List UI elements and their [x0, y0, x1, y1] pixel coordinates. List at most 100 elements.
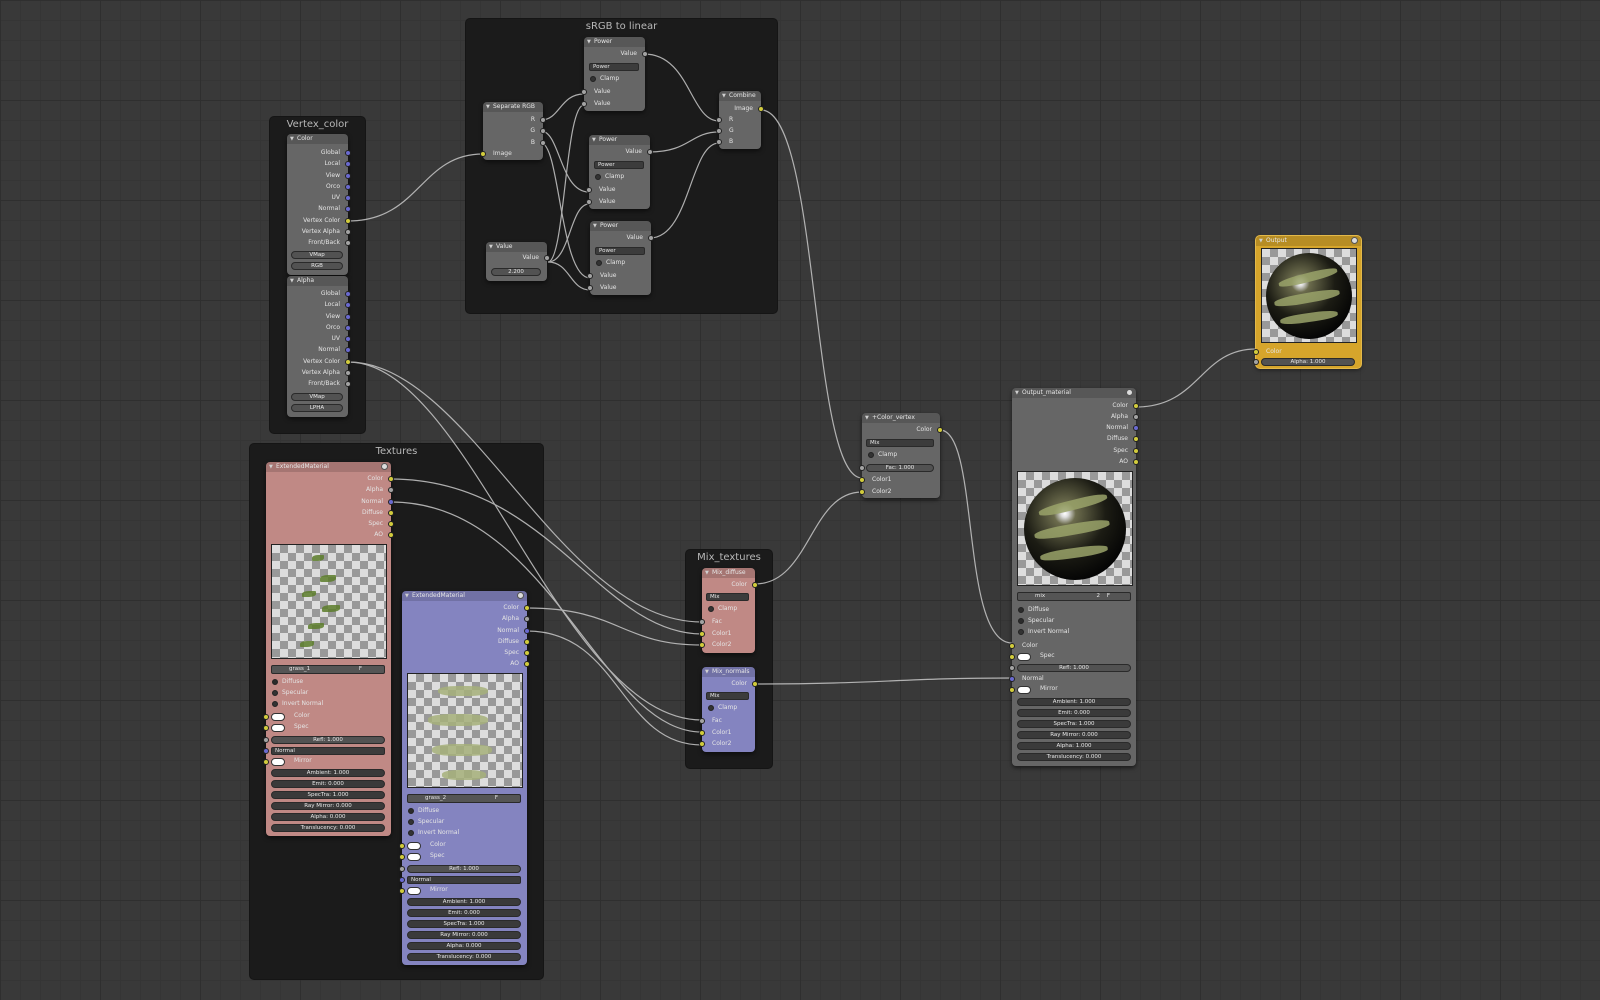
node-header[interactable]: ▼ Power — [590, 221, 651, 231]
invert-normal-checkbox[interactable] — [408, 830, 414, 836]
input-socket-normal[interactable] — [263, 748, 269, 754]
output-socket[interactable] — [345, 229, 351, 235]
input-socket-r[interactable] — [716, 117, 722, 123]
ambient-slider[interactable]: Ambient: 1.000 — [271, 769, 385, 777]
fake-user-flag[interactable]: F — [1107, 593, 1110, 599]
input-socket[interactable] — [581, 101, 587, 107]
input-socket-color1[interactable] — [699, 631, 705, 637]
input-socket[interactable] — [586, 187, 592, 193]
output-socket-g[interactable] — [540, 128, 546, 134]
output-socket[interactable] — [345, 370, 351, 376]
clamp-checkbox[interactable] — [590, 76, 596, 82]
output-socket[interactable] — [648, 235, 654, 241]
output-socket[interactable] — [345, 161, 351, 167]
output-socket-image[interactable] — [758, 106, 764, 112]
input-socket-spec[interactable] — [399, 854, 405, 860]
input-socket-g[interactable] — [716, 128, 722, 134]
mix-normals-node[interactable]: ▼ Mix_normals Color Mix Clamp Fac Color1 … — [699, 667, 758, 752]
spec-swatch[interactable] — [271, 724, 285, 732]
fake-user-flag[interactable]: F — [495, 795, 498, 801]
output-socket[interactable] — [1133, 459, 1139, 465]
node-header[interactable]: ▼ Value — [486, 242, 547, 252]
output-socket-r[interactable] — [540, 117, 546, 123]
output-socket[interactable] — [388, 532, 394, 538]
input-socket[interactable] — [399, 866, 405, 872]
output-socket[interactable] — [345, 206, 351, 212]
output-socket[interactable] — [647, 149, 653, 155]
input-socket-color[interactable] — [263, 714, 269, 720]
material-datablock-field[interactable]: grass_1 F — [271, 665, 385, 674]
invert-normal-checkbox[interactable] — [1018, 629, 1024, 635]
diffuse-checkbox[interactable] — [1018, 607, 1024, 613]
output-socket[interactable] — [345, 325, 351, 331]
spectra-slider[interactable]: SpecTra: 1.000 — [271, 791, 385, 799]
output-socket[interactable] — [524, 639, 530, 645]
material-datablock-field[interactable]: grass_2 F — [407, 794, 521, 803]
ray-mirror-slider[interactable]: Ray Mirror: 0.000 — [1017, 731, 1131, 739]
output-socket[interactable] — [345, 381, 351, 387]
output-socket[interactable] — [524, 616, 530, 622]
clamp-checkbox[interactable] — [595, 174, 601, 180]
input-socket-color1[interactable] — [699, 730, 705, 736]
alpha-slider[interactable]: Alpha: 1.000 — [1261, 358, 1355, 366]
specular-checkbox[interactable] — [272, 690, 278, 696]
value-node[interactable]: ▼ Value Value 2.200 — [486, 242, 550, 281]
input-socket-color[interactable] — [399, 843, 405, 849]
power-node-1[interactable]: ▼ Power Value Power Clamp Value Value — [581, 37, 648, 111]
input-socket-image[interactable] — [480, 151, 486, 157]
input-socket-color1[interactable] — [859, 477, 865, 483]
normal-select[interactable]: Normal — [407, 876, 521, 884]
input-socket[interactable] — [581, 89, 587, 95]
output-socket[interactable] — [345, 184, 351, 190]
input-socket-spec[interactable] — [1009, 654, 1015, 660]
mirror-swatch[interactable] — [1017, 686, 1031, 694]
alpha-slider[interactable]: Alpha: 1.000 — [1017, 742, 1131, 750]
extended-material-node-1[interactable]: ▼ ExtendedMaterial Color Alpha Normal Dif… — [263, 462, 394, 836]
input-socket[interactable] — [587, 285, 593, 291]
alpha-slider[interactable]: Alpha: 0.000 — [271, 813, 385, 821]
output-socket-color[interactable] — [752, 681, 758, 687]
fac-slider[interactable]: Fac: 1.000 — [866, 464, 934, 472]
node-options-icon[interactable] — [1126, 389, 1133, 396]
spec-swatch[interactable] — [1017, 653, 1031, 661]
geometry-color-node[interactable]: ▼ Color Global Local View Orco UV Normal … — [287, 134, 351, 275]
output-socket[interactable] — [345, 347, 351, 353]
output-socket-color[interactable] — [388, 476, 394, 482]
specular-checkbox[interactable] — [408, 819, 414, 825]
mirror-swatch[interactable] — [407, 887, 421, 895]
operation-select[interactable]: Power — [594, 161, 644, 169]
output-socket-color[interactable] — [524, 605, 530, 611]
input-socket-alpha[interactable] — [1253, 359, 1259, 365]
node-header[interactable]: ▼ Mix_diffuse — [702, 568, 755, 578]
input-socket-color2[interactable] — [859, 489, 865, 495]
node-header[interactable]: ▼ Power — [584, 37, 645, 47]
layer-field[interactable]: LPHA — [291, 404, 343, 412]
mirror-swatch[interactable] — [271, 758, 285, 766]
output-socket[interactable] — [1133, 414, 1139, 420]
input-socket-fac[interactable] — [699, 718, 705, 724]
power-node-3[interactable]: ▼ Power Value Power Clamp Value Value — [587, 221, 654, 295]
output-socket[interactable] — [1133, 436, 1139, 442]
refl-slider[interactable]: Refl: 1.000 — [407, 865, 521, 873]
geometry-alpha-node[interactable]: ▼ Alpha Global Local View Orco UV Normal … — [287, 276, 351, 417]
clamp-checkbox[interactable] — [868, 452, 874, 458]
node-header[interactable]: ▼ ExtendedMaterial — [402, 591, 527, 601]
input-socket-color[interactable] — [1009, 643, 1015, 649]
operation-select[interactable]: Power — [595, 247, 645, 255]
output-socket[interactable] — [642, 51, 648, 57]
mix-diffuse-node[interactable]: ▼ Mix_diffuse Color Mix Clamp Fac Color1 … — [699, 568, 758, 653]
translucency-slider[interactable]: Translucency: 0.000 — [271, 824, 385, 832]
output-socket[interactable] — [388, 487, 394, 493]
input-socket-normal[interactable] — [399, 877, 405, 883]
input-socket-color2[interactable] — [699, 741, 705, 747]
ray-mirror-slider[interactable]: Ray Mirror: 0.000 — [271, 802, 385, 810]
color-swatch[interactable] — [271, 713, 285, 721]
blend-select[interactable]: Mix — [706, 593, 749, 601]
spec-swatch[interactable] — [407, 853, 421, 861]
output-socket-color[interactable] — [937, 427, 943, 433]
output-socket-b[interactable] — [540, 140, 546, 146]
emit-slider[interactable]: Emit: 0.000 — [271, 780, 385, 788]
input-socket[interactable] — [586, 199, 592, 205]
input-socket-mirror[interactable] — [399, 888, 405, 894]
output-socket[interactable] — [1133, 425, 1139, 431]
